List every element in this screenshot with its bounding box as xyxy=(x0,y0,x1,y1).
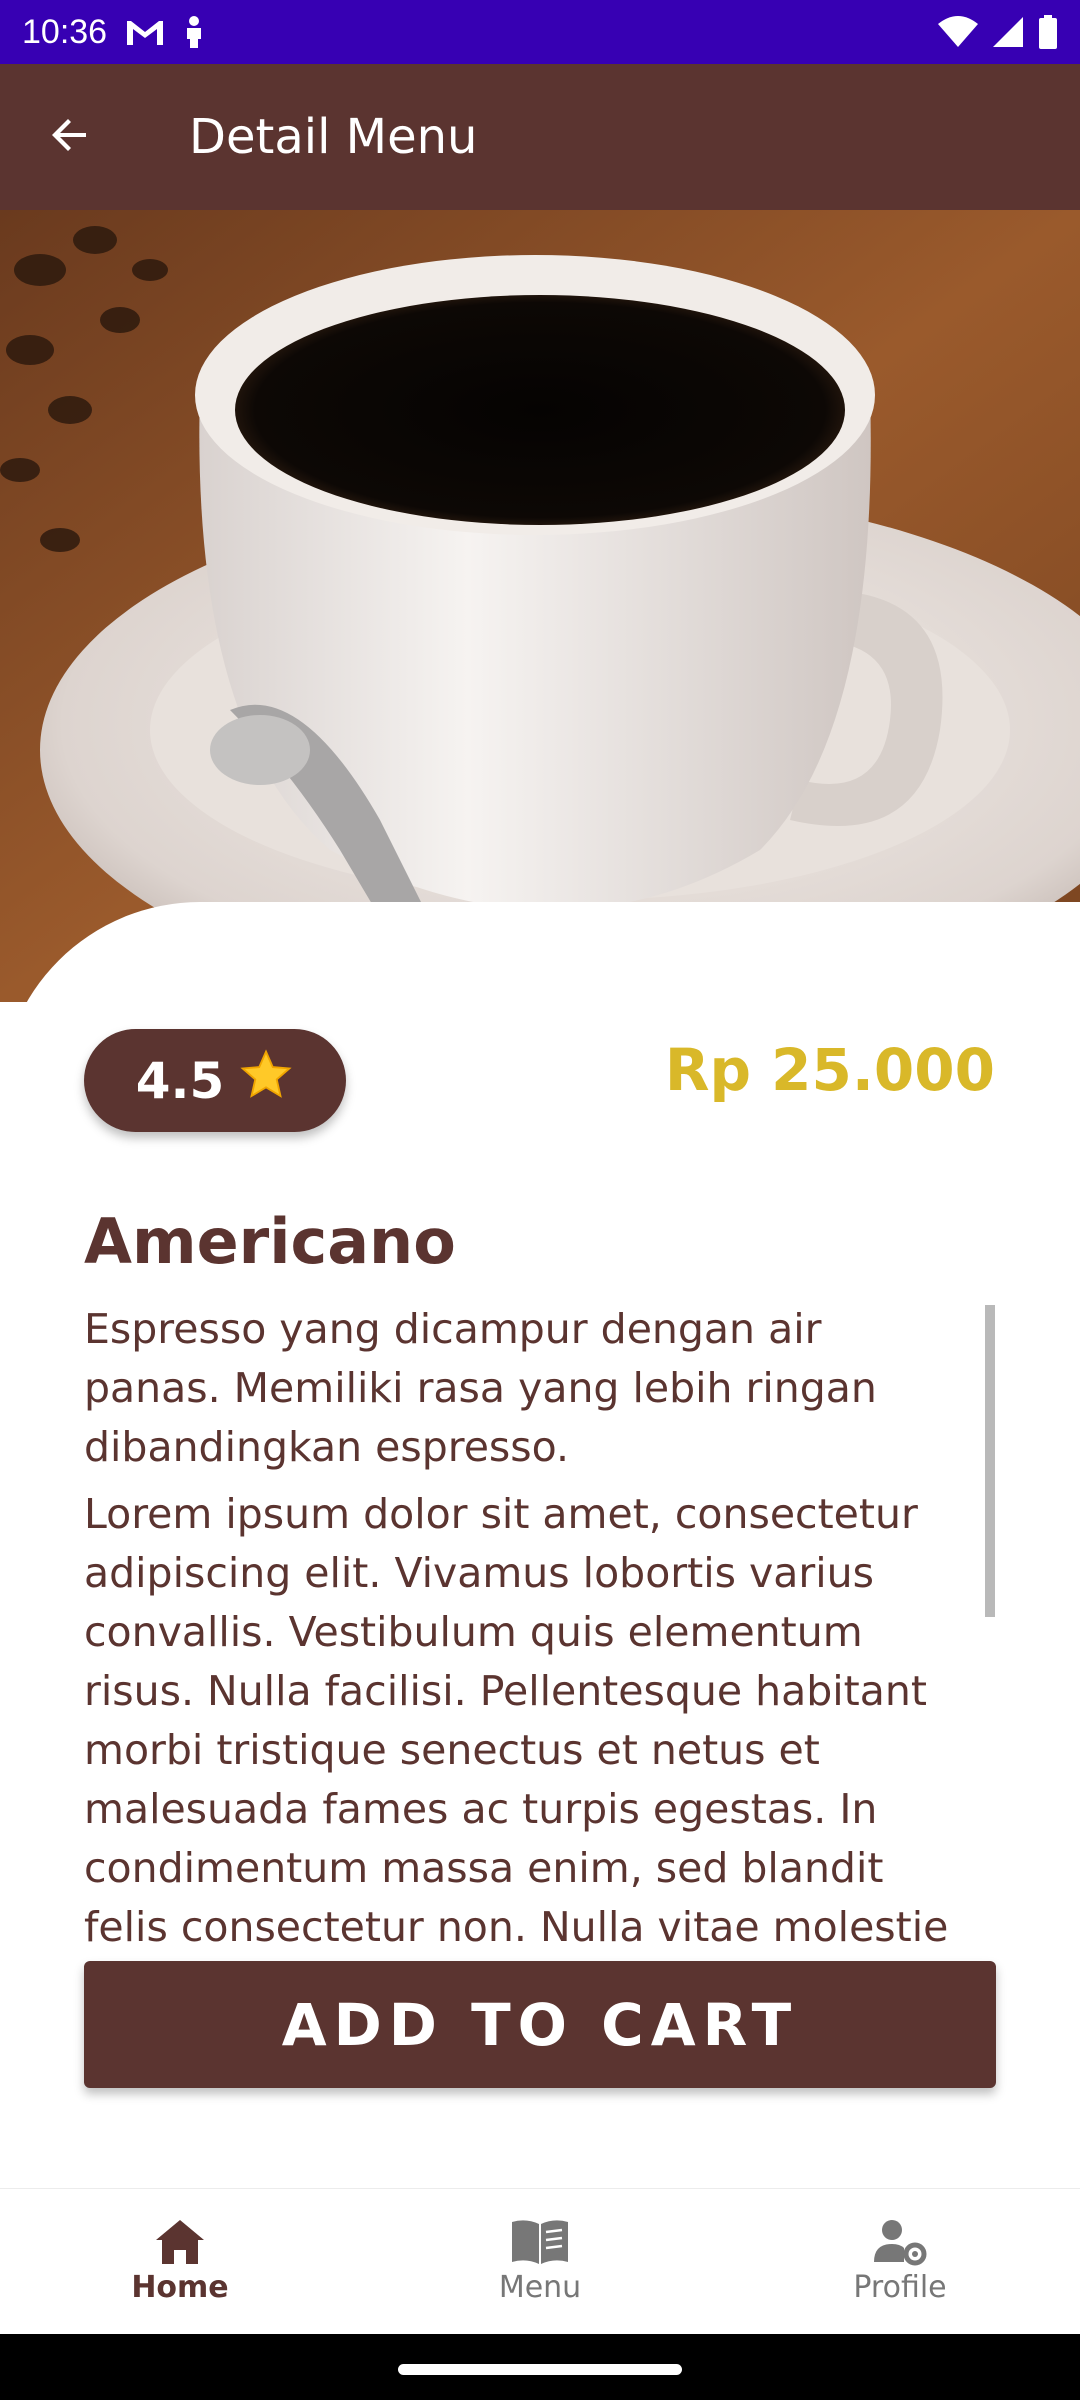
gmail-icon xyxy=(125,17,165,47)
nav-item-home[interactable]: Home xyxy=(0,2189,360,2334)
back-button[interactable] xyxy=(0,64,140,210)
rating-value: 4.5 xyxy=(135,1051,225,1110)
product-price: Rp 25.000 xyxy=(664,1036,995,1104)
product-description-long: Lorem ipsum dolor sit amet, consectetur … xyxy=(84,1490,949,1950)
star-icon xyxy=(238,1047,294,1115)
add-to-cart-button[interactable]: ADD TO CART xyxy=(84,1961,996,2088)
bottom-navigation: Home Menu Profile xyxy=(0,2188,1080,2334)
coffee-cup-photo xyxy=(0,210,1080,1002)
description-scroll-area[interactable]: Espresso yang dicampur dengan air panas.… xyxy=(84,1300,1004,1950)
nav-label-profile: Profile xyxy=(853,2270,947,2305)
battery-icon xyxy=(1038,15,1058,49)
rating-badge: 4.5 xyxy=(84,1029,346,1132)
nav-item-profile[interactable]: Profile xyxy=(720,2189,1080,2334)
product-description: Espresso yang dicampur dengan air panas.… xyxy=(84,1305,877,1471)
status-bar: 10:36 xyxy=(0,0,1080,64)
nav-label-menu: Menu xyxy=(498,2270,582,2305)
home-icon xyxy=(154,2218,206,2266)
book-icon xyxy=(510,2218,570,2266)
app-bar: Detail Menu xyxy=(0,64,1080,210)
notification-person-icon xyxy=(183,15,205,49)
status-time: 10:36 xyxy=(22,12,108,51)
signal-icon xyxy=(992,16,1024,48)
nav-item-menu[interactable]: Menu xyxy=(360,2189,720,2334)
user-settings-icon xyxy=(872,2218,928,2266)
gesture-handle[interactable] xyxy=(398,2364,682,2375)
page-title: Detail Menu xyxy=(189,109,478,165)
product-name: Americano xyxy=(84,1205,456,1278)
description-scrollbar[interactable] xyxy=(985,1305,995,1617)
nav-label-home: Home xyxy=(131,2270,229,2305)
wifi-icon xyxy=(938,16,978,48)
arrow-back-icon xyxy=(46,111,94,163)
